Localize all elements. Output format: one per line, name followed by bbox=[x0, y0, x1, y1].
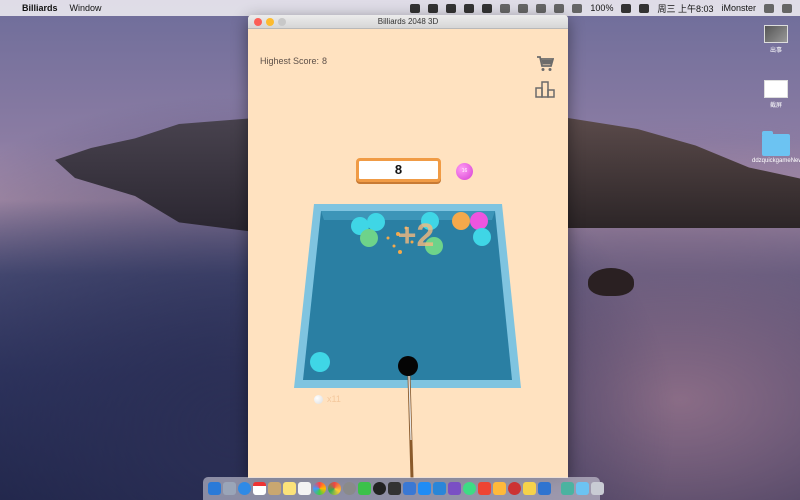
clock[interactable]: 周三 上午8:03 bbox=[657, 2, 713, 15]
desktop-file[interactable]: 截屏 bbox=[752, 80, 800, 109]
cue-ball-count: x11 bbox=[327, 394, 341, 404]
contacts-icon[interactable] bbox=[268, 482, 281, 495]
bluetooth-icon[interactable] bbox=[554, 3, 565, 13]
control-center-icon[interactable] bbox=[782, 3, 792, 13]
desktop-file-label: 截屏 bbox=[769, 103, 782, 109]
highest-score-label: Highest Score: bbox=[260, 56, 320, 66]
leaderboard-icon[interactable] bbox=[535, 80, 555, 98]
user-name[interactable]: iMonster bbox=[721, 3, 756, 13]
terminal-icon[interactable] bbox=[388, 482, 401, 495]
xcode-icon[interactable] bbox=[403, 482, 416, 495]
pocket-hole bbox=[398, 356, 418, 376]
pool-table[interactable]: +2 bbox=[248, 180, 568, 478]
ball-16 bbox=[470, 212, 488, 230]
minimize-button[interactable] bbox=[266, 18, 274, 26]
safari-icon[interactable] bbox=[238, 482, 251, 495]
desktop-file[interactable]: 出事 bbox=[752, 25, 800, 54]
screenshot-thumbnail bbox=[764, 80, 788, 98]
display-status-icon[interactable] bbox=[482, 3, 493, 13]
wechat-icon[interactable] bbox=[358, 482, 371, 495]
menu-bar: Billiards Window 100% 周三 上午8:03 iMonster bbox=[0, 0, 800, 16]
dock bbox=[203, 477, 604, 500]
next-ball: 16 bbox=[456, 163, 473, 180]
current-score: 8 bbox=[356, 158, 441, 182]
app-icon[interactable] bbox=[493, 482, 506, 495]
trash-icon[interactable] bbox=[591, 482, 604, 495]
screenshot-thumbnail bbox=[764, 25, 788, 43]
combo-text: +2 bbox=[398, 217, 434, 253]
close-button[interactable] bbox=[254, 18, 262, 26]
ball-2 bbox=[367, 213, 385, 231]
battery-icon[interactable] bbox=[621, 3, 632, 13]
game-canvas[interactable]: Highest Score: 8 8 16 +2 x11 bbox=[248, 30, 568, 478]
notes-icon[interactable] bbox=[283, 482, 296, 495]
qq-status-icon[interactable] bbox=[428, 3, 439, 13]
search-icon[interactable] bbox=[764, 3, 774, 13]
shop-cart-icon[interactable] bbox=[536, 54, 554, 72]
rock-scenery bbox=[588, 268, 634, 296]
finder-icon[interactable] bbox=[208, 482, 221, 495]
desktop-folder[interactable]: ddzquickgameNew bbox=[752, 131, 800, 164]
reminders-icon[interactable] bbox=[298, 482, 311, 495]
menu-app-name[interactable]: Billiards bbox=[22, 3, 58, 13]
app-icon[interactable] bbox=[523, 482, 536, 495]
vscode-icon[interactable] bbox=[433, 482, 446, 495]
calendar-icon[interactable] bbox=[253, 482, 266, 495]
game-app-icon[interactable] bbox=[561, 482, 574, 495]
highest-score-value: 8 bbox=[322, 56, 328, 66]
ball-4 bbox=[360, 229, 378, 247]
input-method-icon[interactable] bbox=[639, 3, 650, 13]
cue-ball-counter: x11 bbox=[314, 394, 341, 404]
app-status-icon[interactable] bbox=[464, 3, 475, 13]
ball-2 bbox=[310, 352, 330, 372]
status-area: 100% 周三 上午8:03 iMonster bbox=[410, 2, 800, 15]
wechat-status-icon[interactable] bbox=[446, 3, 457, 13]
window-title: Billiards 2048 3D bbox=[377, 17, 439, 26]
cue-ball-icon bbox=[314, 394, 323, 404]
app-store-icon[interactable] bbox=[418, 482, 431, 495]
wifi-icon[interactable] bbox=[536, 3, 547, 13]
ball-2 bbox=[473, 228, 491, 246]
game-window: Billiards 2048 3D Highest Score:8 8 16 bbox=[248, 15, 568, 478]
volume-icon[interactable] bbox=[572, 3, 583, 13]
send-status-icon[interactable] bbox=[410, 3, 421, 13]
system-prefs-icon[interactable] bbox=[343, 482, 356, 495]
grid-status-icon[interactable] bbox=[518, 3, 529, 13]
visual-studio-icon[interactable] bbox=[448, 482, 461, 495]
note-app-icon[interactable] bbox=[478, 482, 491, 495]
downloads-folder-icon[interactable] bbox=[576, 482, 589, 495]
desktop-folder-label: ddzquickgameNew bbox=[752, 158, 800, 164]
app-icon[interactable] bbox=[538, 482, 551, 495]
android-studio-icon[interactable] bbox=[463, 482, 476, 495]
qq-icon[interactable] bbox=[373, 482, 386, 495]
app-icon[interactable] bbox=[508, 482, 521, 495]
chrome-icon[interactable] bbox=[328, 482, 341, 495]
island-scenery bbox=[55, 118, 255, 232]
launchpad-icon[interactable] bbox=[223, 482, 236, 495]
battery-percent[interactable]: 100% bbox=[590, 3, 613, 13]
ball-8 bbox=[452, 212, 470, 230]
time-machine-icon[interactable] bbox=[500, 3, 511, 13]
folder-icon bbox=[762, 131, 790, 156]
title-bar[interactable]: Billiards 2048 3D bbox=[248, 15, 568, 29]
desktop-file-label: 出事 bbox=[769, 48, 782, 54]
highest-score: Highest Score: 8 bbox=[260, 56, 327, 66]
photos-icon[interactable] bbox=[313, 482, 326, 495]
zoom-button[interactable] bbox=[278, 18, 286, 26]
menu-window[interactable]: Window bbox=[70, 3, 102, 13]
